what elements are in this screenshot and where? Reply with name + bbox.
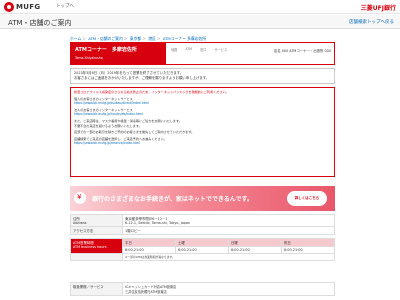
tab-map[interactable]: 地図: [171, 47, 177, 52]
breadcrumb-prefecture[interactable]: 東京都: [130, 36, 141, 41]
access-label-cell: アクセス方法: [70, 226, 123, 235]
mufg-logo-icon: [4, 2, 14, 12]
breadcrumb-ward[interactable]: 港区: [148, 36, 156, 41]
address-value-en: 6-12-1, Sekido, Tama-shi, Tokyo, Japan: [125, 221, 191, 225]
atm-label-en: ATM business hours: [73, 245, 107, 249]
banner-text: 銀行のさまざまなお手続きが、家はネットでできるんです。: [92, 196, 253, 203]
covid-info-box: 新型コロナウイルス感染症のさらなる拡大防止のため、インターネットバンキングを積極…: [70, 87, 335, 177]
services-table: 取扱業務／サービス ICキャッシュカード対応ATM設置店 三井住友信託銀行ATM…: [70, 282, 335, 296]
access-value-cell: 1階ロビー: [122, 226, 335, 235]
yen-icon: [74, 192, 86, 204]
breadcrumb-atm-stores[interactable]: ATM・店舗のご案内: [88, 36, 122, 41]
top-header: MUFG トップへ 三菱UFJ銀行: [0, 0, 400, 14]
services-label-cell: 取扱業務／サービス: [70, 282, 123, 296]
address-label-cell: 住所 Address: [70, 214, 123, 227]
tab-atm[interactable]: ATM: [185, 47, 192, 52]
sunday-head: 日曜: [228, 238, 282, 247]
weekday-hours: 8:00-21:00: [122, 246, 176, 254]
services-label: 取扱業務／サービス: [73, 285, 104, 289]
notice-line-2: お客さまにはご迷惑をおかけいたしますが、ご理解を賜りますようお願い申し上げます。: [74, 76, 210, 80]
access-label: アクセス方法: [73, 229, 94, 233]
atm-note-label: [70, 253, 123, 261]
atm-label-cell: ATM営業時間 ATM business hours: [70, 238, 123, 254]
title-actions: 店舗検索トップへ戻る: [349, 19, 394, 25]
address-value-cell: 東京都多摩市関戸6－12－1 6-12-1, Sekido, Tama-shi,…: [122, 214, 335, 227]
access-value: 1階ロビー: [125, 229, 141, 233]
store-name-en: Tama-Shiyakusho: [75, 56, 103, 60]
sunday-hours: 8:00-21:00: [228, 246, 282, 254]
back-to-search-link[interactable]: 店舗検索トップへ戻る: [349, 19, 394, 25]
page-title: ATM・店舗のご案内: [8, 19, 72, 27]
address-label-en: Address: [73, 221, 87, 225]
service-item-smtb-atm: 三井住友信託銀行ATM設置店: [125, 290, 167, 294]
branch-code: 店名 000 ATMコーナー・出張所 000: [273, 49, 331, 53]
store-header: ATMコーナー 多摩岩佐所 Tama-Shiyakusho 地図 ATM 窓口 …: [70, 42, 335, 65]
page-title-bar: ATM・店舗のご案内 店舗検索トップへ戻る: [0, 15, 400, 29]
banner-details-button[interactable]: 詳しくはこちら: [287, 191, 327, 206]
holiday-head: 祝日: [281, 238, 335, 247]
breadcrumb-current: ATMコーナー 多摩岩佐所: [162, 36, 207, 41]
store-name-panel: ATMコーナー 多摩岩佐所 Tama-Shiyakusho: [71, 43, 166, 64]
tab-counter[interactable]: 窓口: [200, 47, 206, 52]
weekday-head: 平日: [122, 238, 176, 247]
saturday-hours: 8:00-21:00: [175, 246, 229, 254]
logo-text: MUFG: [16, 3, 41, 11]
saturday-head: 土曜: [175, 238, 229, 247]
services-list: ICキャッシュカード対応ATM設置店 三井住友信託銀行ATM設置店: [122, 282, 335, 296]
closure-notice: 2023年3月6日（月）2019年をもって営業を終了させていただきます。 お客さ…: [70, 68, 335, 84]
reservation-link[interactable]: https://www.bk.mufg.jp/reserve/index.htm…: [74, 141, 331, 146]
tab-service[interactable]: サービス: [214, 47, 227, 52]
breadcrumb-home[interactable]: ホーム: [70, 36, 81, 41]
home-link[interactable]: トップへ: [56, 3, 74, 9]
store-name: ATMコーナー 多摩岩佐所: [75, 47, 137, 53]
address-table: 住所 Address 東京都多摩市関戸6－12－1 6-12-1, Sekido…: [70, 214, 335, 235]
atm-hours-table: ATM営業時間 ATM business hours 平日 土曜 日曜 祝日 8…: [70, 238, 335, 261]
online-banking-banner[interactable]: 銀行のさまざまなお手続きが、家はネットでできるんです。 詳しくはこちら: [70, 186, 335, 211]
holiday-hours: 8:00-21:00: [281, 246, 335, 254]
store-tabs: 地図 ATM 窓口 サービス: [171, 47, 227, 52]
mufg-logo[interactable]: MUFG: [4, 2, 40, 12]
atm-note: ※一部のATMは営業時間が異なります。: [122, 253, 335, 261]
bank-name[interactable]: 三菱UFJ銀行: [361, 3, 396, 12]
